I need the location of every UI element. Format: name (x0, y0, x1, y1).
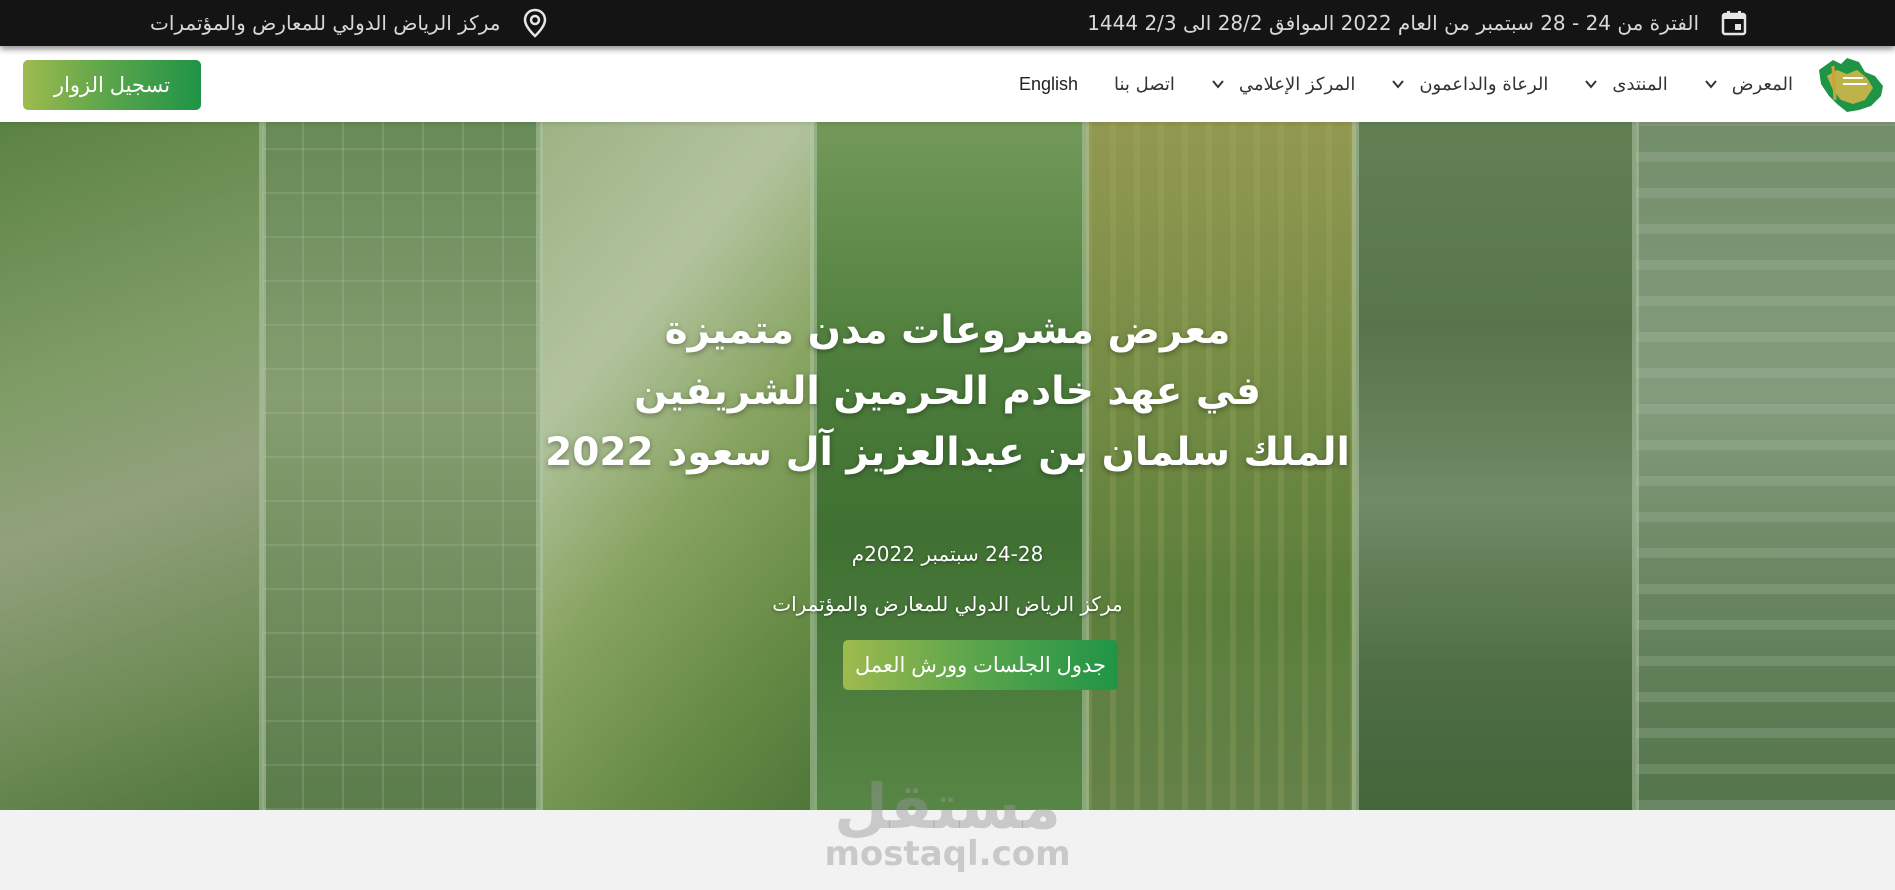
nav-item-exhibition[interactable]: المعرض (1704, 74, 1793, 95)
sessions-schedule-button[interactable]: جدول الجلسات وورش العمل (843, 640, 1118, 690)
chevron-down-icon (1585, 80, 1598, 89)
hero-title-line: معرض مشروعات مدن متميزة (664, 308, 1231, 353)
event-dates-text: الفترة من 24 - 28 سبتمبر من العام 2022 ا… (1087, 11, 1699, 35)
watermark-arabic: مستقل (834, 770, 1061, 843)
calendar-icon (1721, 10, 1747, 36)
nav-item-media-center[interactable]: المركز الإعلامي (1211, 74, 1355, 95)
chevron-down-icon (1212, 80, 1224, 89)
nav-menu: المعرض المنتدى الرعاة والداعمون المركز ا… (983, 46, 1793, 122)
nav-item-label: المركز الإعلامي (1238, 73, 1356, 95)
top-info-bar: الفترة من 24 - 28 سبتمبر من العام 2022 ا… (0, 0, 1895, 46)
nav-item-label: الرعاة والداعمون (1419, 73, 1549, 95)
main-navbar: المعرض المنتدى الرعاة والداعمون المركز ا… (0, 46, 1895, 122)
language-label: English (1018, 73, 1078, 94)
nav-item-forum[interactable]: المنتدى (1584, 73, 1668, 95)
event-dates: الفترة من 24 - 28 سبتمبر من العام 2022 ا… (1087, 0, 1747, 46)
chevron-down-icon (1704, 80, 1717, 89)
watermark-latin: mostaql.com (824, 834, 1071, 874)
hero-title-line: في عهد خادم الحرمين الشريفين (634, 369, 1261, 414)
mostaql-watermark: مستقل mostaql.com (0, 770, 1895, 874)
nav-item-label: المنتدى (1612, 73, 1668, 95)
hero-banner: معرض مشروعات مدن متميزة في عهد خادم الحر… (0, 122, 1895, 810)
event-location-text: مركز الرياض الدولي للمعارض والمؤتمرات (150, 11, 501, 35)
hero-date: 24-28 سبتمبر 2022م (851, 542, 1044, 566)
language-switch-link[interactable]: English (1019, 74, 1078, 95)
event-location: مركز الرياض الدولي للمعارض والمؤتمرات (150, 0, 548, 46)
hero-title-line: الملك سلمان بن عبدالعزيز آل سعود 2022 (545, 430, 1350, 475)
chevron-down-icon (1392, 80, 1405, 89)
map-pin-icon (522, 8, 548, 38)
nav-item-label: المعرض (1731, 73, 1793, 95)
hero-title: معرض مشروعات مدن متميزة في عهد خادم الحر… (0, 300, 1895, 483)
nav-item-sponsors[interactable]: الرعاة والداعمون (1391, 74, 1548, 95)
hero-venue: مركز الرياض الدولي للمعارض والمؤتمرات (772, 592, 1123, 616)
register-visitors-button[interactable]: تسجيل الزوار (23, 60, 201, 110)
nav-item-label: اتصل بنا (1113, 73, 1175, 95)
saudi-map-logo[interactable] (1807, 52, 1887, 116)
nav-item-contact[interactable]: اتصل بنا (1114, 74, 1175, 95)
